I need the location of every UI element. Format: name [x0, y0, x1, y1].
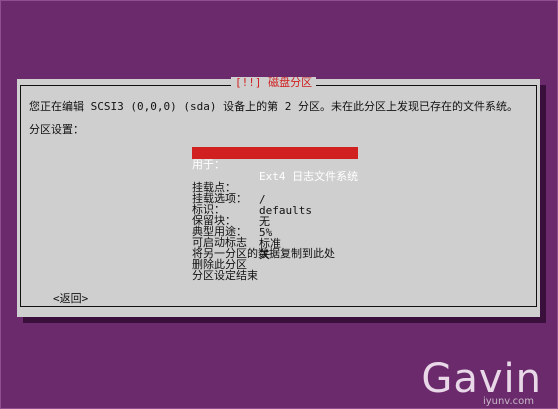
menu-item-use-as[interactable]: 用于： Ext4 日志文件系统	[192, 147, 358, 183]
menu-item-done-setting[interactable]: 分区设定结束	[192, 270, 258, 282]
dialog-title: [!!] 磁盘分区	[231, 77, 317, 89]
partition-dialog: [!!] 磁盘分区 您正在编辑 SCSI3 (0,0,0) (sda) 设备上的…	[17, 77, 540, 317]
watermark-site: iyunv.com	[482, 396, 534, 407]
dialog-border	[20, 85, 537, 307]
dialog-intro: 您正在编辑 SCSI3 (0,0,0) (sda) 设备上的第 2 分区。未在此…	[29, 100, 518, 113]
partition-settings-label: 分区设置：	[29, 123, 84, 136]
menu-item-value: Ext4 日志文件系统	[259, 170, 359, 183]
watermark-logo: Gavin	[421, 356, 542, 402]
back-button[interactable]: <返回>	[53, 293, 88, 305]
